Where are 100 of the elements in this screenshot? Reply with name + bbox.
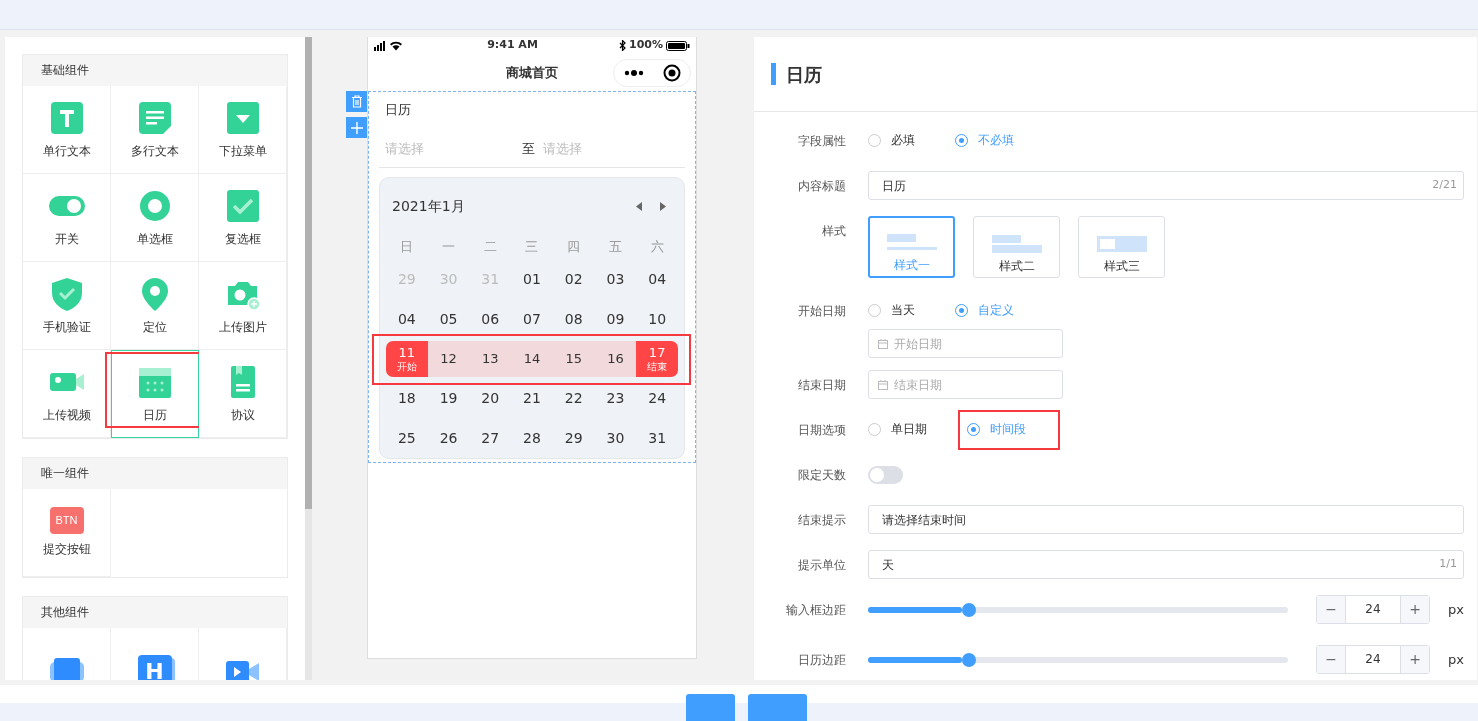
component-tile[interactable]: 多行文本	[111, 86, 199, 174]
delete-button[interactable]	[346, 91, 367, 112]
component-tile[interactable]: 上传视频	[23, 350, 111, 438]
status-time: 9:41 AM	[487, 37, 538, 54]
trash-icon	[350, 95, 363, 108]
section-header: 基础组件	[23, 55, 287, 86]
calendar-day[interactable]: 23	[594, 379, 637, 419]
page-title: 商城首页	[506, 63, 558, 82]
slider-fill[interactable]	[868, 656, 962, 663]
record-icon[interactable]	[662, 64, 681, 82]
field-label: 日历	[385, 102, 411, 117]
calendar-day[interactable]: 27	[469, 418, 512, 458]
calendar-day[interactable]: 19	[427, 379, 470, 419]
calendar-day[interactable]: 10	[636, 299, 678, 339]
weekday-label: 五	[608, 239, 622, 255]
weekday-label: 四	[567, 239, 581, 255]
calendar-day[interactable]: 01	[511, 260, 553, 300]
calendar-day[interactable]: 28	[511, 418, 553, 458]
calendar-day[interactable]: 06	[469, 299, 512, 339]
field-label: 内容标题	[797, 178, 846, 195]
add-button[interactable]	[346, 117, 367, 138]
weekday-label: 六	[650, 239, 664, 255]
more-icon[interactable]	[623, 70, 644, 76]
radio-option[interactable]: 当天	[868, 301, 919, 319]
calendar-day[interactable]: 02	[552, 260, 595, 300]
component-tile[interactable]: 单选框	[111, 174, 199, 262]
calendar-day[interactable]: 15	[552, 341, 595, 377]
component-tile[interactable]: 上传图片	[199, 262, 287, 350]
calendar-day[interactable]: 18	[386, 379, 428, 419]
increment-button[interactable]: +	[1401, 646, 1429, 673]
calendar-day[interactable]: 03	[594, 260, 637, 300]
calendar-day[interactable]: 04	[386, 299, 428, 339]
style-preview-icon	[885, 234, 938, 252]
decrement-button[interactable]: −	[1317, 596, 1345, 623]
radio-option[interactable]: 必填	[868, 131, 919, 149]
calendar-day[interactable]: 31	[636, 418, 678, 458]
component-tile[interactable]: 协议	[199, 350, 287, 438]
component-tile[interactable]: 下拉菜单	[199, 86, 287, 174]
bluetooth-icon	[619, 40, 626, 51]
weekday-label: 三	[525, 239, 539, 255]
calendar-day[interactable]: 21	[511, 379, 553, 419]
increment-button[interactable]: +	[1401, 596, 1429, 623]
calendar-day[interactable]: 05	[427, 299, 470, 339]
calendar-day[interactable]: 04	[636, 260, 678, 300]
plus-icon	[350, 121, 363, 134]
style-preview-icon	[990, 235, 1043, 253]
decrement-button[interactable]: −	[1317, 646, 1345, 673]
field-label: 结束提示	[797, 512, 846, 529]
field-label: 输入框边距	[785, 602, 846, 619]
previous-icon[interactable]	[636, 201, 642, 211]
checkbox-icon	[224, 187, 261, 224]
calendar-month: 2021年1月	[392, 196, 465, 216]
style-option[interactable]: 样式二	[973, 216, 1060, 278]
toggle-switch[interactable]	[868, 466, 903, 484]
calendar-day[interactable]: 14	[511, 341, 553, 377]
field-label: 样式	[821, 223, 846, 240]
dropdown-icon	[224, 99, 261, 136]
radio-option[interactable]: 单日期	[868, 420, 931, 438]
text-field[interactable]: 日历 2/21	[868, 171, 1464, 200]
field-label: 开始日期	[797, 303, 846, 320]
component-tile[interactable]: 手机验证	[23, 262, 111, 350]
text-icon	[48, 99, 85, 136]
weekday-label: 二	[483, 239, 497, 255]
button-icon: BTN	[49, 507, 84, 534]
component-tile[interactable]: 定位	[111, 262, 199, 350]
component-tile[interactable]: 日历	[111, 350, 199, 438]
component-tile[interactable]: 单行文本	[23, 86, 111, 174]
slider-thumb[interactable]	[961, 602, 976, 617]
note-icon	[136, 99, 173, 136]
text-field[interactable]: 请选择结束时间	[868, 505, 1464, 534]
scrollbar[interactable]	[305, 37, 312, 680]
heading-icon: H	[137, 654, 172, 680]
calendar-day[interactable]: 07	[511, 299, 553, 339]
style-preview-icon	[1095, 235, 1148, 253]
unit-label: px	[1447, 650, 1464, 669]
calendar-icon	[878, 338, 888, 349]
calendar-day[interactable]: 08	[552, 299, 595, 339]
calendar-day[interactable]: 25	[386, 418, 428, 458]
calendar-day[interactable]: 16	[594, 341, 637, 377]
text-field[interactable]: 天 1/1	[868, 550, 1464, 579]
calendar-day[interactable]: 26	[427, 418, 470, 458]
next-icon[interactable]	[660, 201, 666, 211]
style-option[interactable]: 样式三	[1078, 216, 1165, 278]
slider-fill[interactable]	[868, 606, 962, 613]
calendar-day[interactable]: 20	[469, 379, 512, 419]
field-label: 字段属性	[797, 133, 846, 150]
calendar-day[interactable]: 09	[594, 299, 637, 339]
field-label: 结束日期	[797, 377, 846, 394]
component-tile[interactable]: BTN 提交按钮	[23, 489, 111, 577]
calendar-day[interactable]: 12	[427, 341, 470, 377]
calendar-day[interactable]: 24	[636, 379, 678, 419]
component-tile[interactable]: 开关	[23, 174, 111, 262]
slider-thumb[interactable]	[961, 652, 976, 667]
calendar-day[interactable]: 30	[594, 418, 637, 458]
calendar-day[interactable]: 22	[552, 379, 595, 419]
component-tile[interactable]: 复选框	[199, 174, 287, 262]
field-label: 日期选项	[797, 422, 846, 439]
calendar-day[interactable]: 13	[469, 341, 512, 377]
battery-level: 100%	[629, 37, 663, 54]
calendar-day[interactable]: 29	[552, 418, 595, 458]
